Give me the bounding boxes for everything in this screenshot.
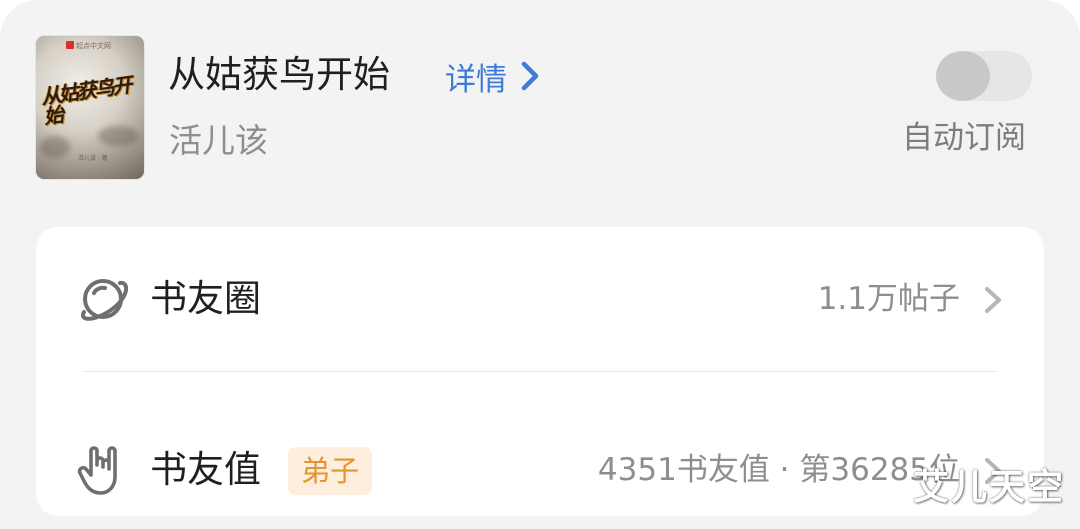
fan-value-row[interactable]: 书友值 弟子 4351书友值 · 第36285位 [36, 371, 1044, 515]
fan-value-rank: 4351书友值 · 第36285位 [597, 452, 960, 488]
auto-subscribe-toggle[interactable] [936, 51, 1032, 101]
book-title: 从姑获鸟开始 [168, 53, 390, 96]
book-cover[interactable]: 起点中文网 从姑获鸟开始 活儿该 · 著 [36, 36, 144, 179]
fan-value-label: 书友值 [150, 448, 261, 491]
book-author: 活儿该 [169, 121, 268, 160]
fan-level-badge: 弟子 [288, 447, 372, 495]
book-circle-row[interactable]: 书友圈 1.1万帖子 [36, 227, 1044, 371]
cover-title-art: 从姑获鸟开始 [39, 72, 132, 129]
cover-author: 活儿该 · 著 [78, 155, 108, 162]
book-circle-label: 书友圈 [150, 277, 261, 320]
auto-subscribe-label: 自动订阅 [902, 120, 1026, 156]
watermark: 艾儿天空 [913, 467, 1066, 508]
community-card: 书友圈 1.1万帖子 书友值 弟子 4351书友值 · 第36285位 [36, 227, 1044, 516]
planet-icon [81, 279, 129, 321]
book-info-sheet: 起点中文网 从姑获鸟开始 活儿该 · 著 从姑获鸟开始 详情 活儿该 自动订阅 … [0, 0, 1080, 529]
publisher-logo-icon [66, 41, 74, 49]
rock-hand-icon [77, 446, 117, 495]
post-count: 1.1万帖子 [817, 281, 960, 317]
chevron-right-icon [985, 287, 1001, 313]
toggle-knob [936, 51, 990, 101]
details-label: 详情 [445, 61, 507, 98]
details-link[interactable]: 详情 [445, 54, 539, 98]
cover-publisher: 起点中文网 [66, 41, 116, 51]
chevron-right-icon [521, 61, 539, 91]
